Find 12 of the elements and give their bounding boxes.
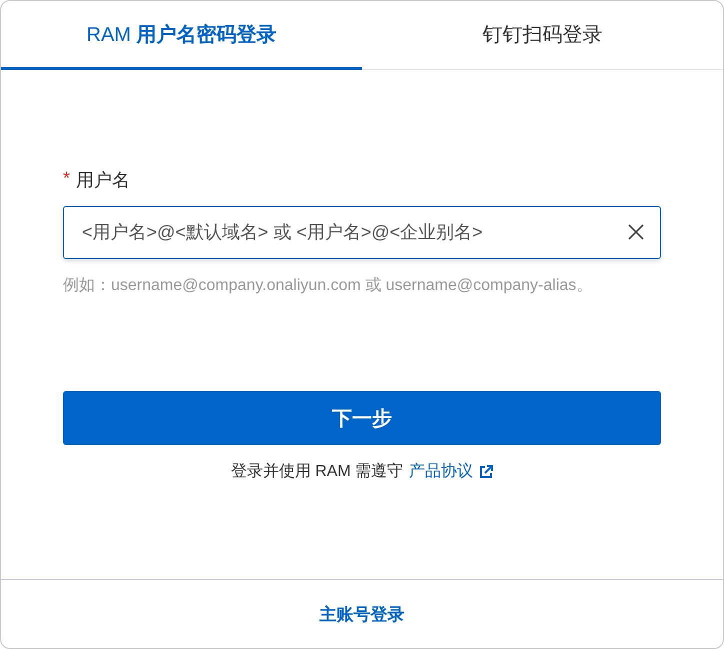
next-button[interactable]: 下一步	[63, 391, 661, 445]
field-label: 用户名	[76, 169, 130, 192]
hint-text: 例如：username@company.onaliyun.com 或 username@company-alias。	[63, 276, 594, 296]
main-account-login-link[interactable]: 主账号登录	[320, 602, 404, 626]
agreement-text: 登录并使用 RAM 需遵守	[230, 462, 404, 482]
username-field[interactable]: <用户名>@<默认域名> 或 <用户名>@<企业别名>	[63, 206, 661, 259]
login-tab[interactable]: RAM 用户名密码登录	[1, 1, 362, 70]
required-mark: *	[63, 168, 70, 190]
close-icon[interactable]	[628, 224, 644, 240]
agreement-link[interactable]: 产品协议	[409, 461, 474, 482]
external-link-icon[interactable]	[479, 464, 494, 478]
login-tab[interactable]: 钉钉扫码登录	[362, 1, 723, 70]
